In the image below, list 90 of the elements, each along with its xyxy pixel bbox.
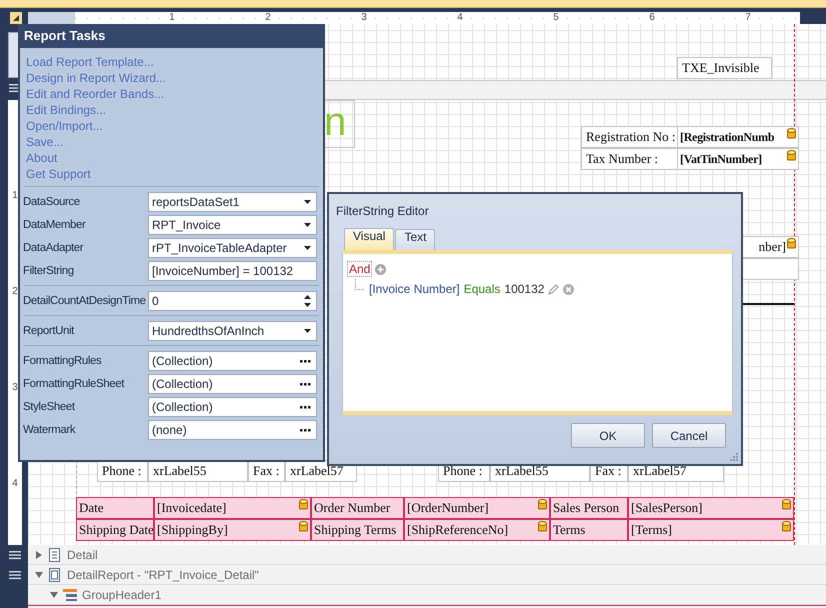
ruler-number: 4 [11,478,19,490]
table-cell: [SalesPerson] [631,500,702,515]
ruler-number: 7 [744,12,752,24]
dialog-button[interactable]: Cancel [652,423,726,448]
band-name[interactable]: Detail [67,548,98,562]
property-label: DataSource [23,196,81,208]
table-cell: [VatTinNumber] [680,152,762,166]
filter-operator[interactable]: Equals [464,282,500,296]
table-cell: Tax Number : [581,148,678,170]
logo-text: n [324,100,346,144]
tab[interactable]: Text [395,229,436,250]
dialog-button[interactable]: OK [571,423,645,448]
property-label: DetailCountAtDesignTime [23,295,147,307]
property-label: DataMember [23,219,87,231]
band-name[interactable]: GroupHeader1 [82,588,162,602]
caret-icon [304,200,311,204]
table-cell: Order Number [314,500,390,515]
ruler-number: 1 [11,190,19,202]
group-header-icon [63,588,77,602]
caret-icon [304,223,311,227]
table-cell: [Invoicedate] [157,500,226,515]
table-cell: Sales Person [553,500,620,515]
expand-arrow-icon[interactable] [35,550,43,558]
dropdown-field[interactable]: rPT_InvoiceTableAdapter [148,238,317,258]
panel-title: Report Tasks [20,24,323,48]
caret-icon [304,329,311,333]
spin-arrows-icon [304,295,311,307]
dropdown-field[interactable]: reportsDataSet1 [148,192,317,212]
ruler-number: 1 [168,12,176,24]
report-label: xrLabel55 [148,460,248,482]
report-label: Phone : [97,460,148,482]
property-label: FormattingRules [23,355,102,367]
table-cell: [OrderNumber] [407,500,489,515]
filter-value[interactable]: 100132 [504,282,544,296]
property-label: DataAdapter [23,242,84,254]
remove-icon [563,284,574,294]
collection-field[interactable]: (Collection) [148,397,317,417]
table-cell: [Terms] [631,522,672,537]
table-cell: [ShipReferenceNo] [407,522,508,537]
band-handle-icon [9,570,21,580]
resize-grip-icon [729,452,738,461]
table-cell: Shipping Terms [314,522,396,537]
dialog-title: FilterString Editor [336,203,429,220]
caret-icon [304,246,311,250]
ruler-number: 2 [264,12,272,24]
collection-field[interactable]: (Collection) [148,351,317,371]
band-name[interactable]: DetailReport - "RPT_Invoice_Detail" [67,568,259,582]
ruler-number: 6 [648,12,656,24]
ellipsis-icon [300,428,311,432]
table-cell: [ShippingBy] [157,522,228,537]
band-handle-icon [9,550,21,560]
ellipsis-icon [300,382,311,386]
band-icon [48,568,62,582]
dropdown-field[interactable]: RPT_Invoice [148,215,317,235]
table-cell: Date [79,500,104,515]
table-cell: Terms [553,522,586,537]
ruler-number: 5 [552,12,560,24]
tree-connector [355,279,365,291]
collection-field[interactable]: (Collection) [148,374,317,394]
table-cell: Shipping Date [79,522,153,537]
ruler-number: 2 [11,286,19,298]
group-operator[interactable]: And [347,261,372,277]
dropdown-field[interactable]: HundredthsOfAnInch [148,321,317,341]
table-cell: nber] [758,239,786,254]
table-cell: [RegistrationNumb [680,130,774,144]
collection-field[interactable]: (none) [148,420,317,440]
property-label: ReportUnit [23,325,76,337]
ellipsis-icon [300,406,311,408]
property-label: StyleSheet [23,401,76,413]
band-icon [48,548,62,562]
ruler-margin [28,12,75,24]
report-label: TXE_Invisible [677,57,772,79]
collapse-arrow-icon[interactable] [50,590,58,598]
filter-field[interactable]: [Invoice Number] [369,282,460,296]
corner-icon [12,14,20,22]
ellipsis-icon [300,360,311,362]
ruler-number: 3 [360,12,368,24]
property-label: Watermark [23,424,76,436]
property-label: FilterString [23,265,75,277]
spin-field[interactable]: 0 [148,291,317,311]
pencil-icon [548,284,560,294]
input-field[interactable]: [InvoiceNumber] = 100132 [148,261,317,281]
ruler-number: 3 [11,382,19,394]
report-label: Fax : [248,460,285,482]
collapse-arrow-icon[interactable] [35,570,43,578]
add-icon [375,264,386,274]
ruler-number: 4 [456,12,464,24]
property-label: FormattingRuleSheet [23,378,126,390]
tab[interactable]: Visual [344,228,394,250]
table-cell: Registration No : [581,126,678,148]
